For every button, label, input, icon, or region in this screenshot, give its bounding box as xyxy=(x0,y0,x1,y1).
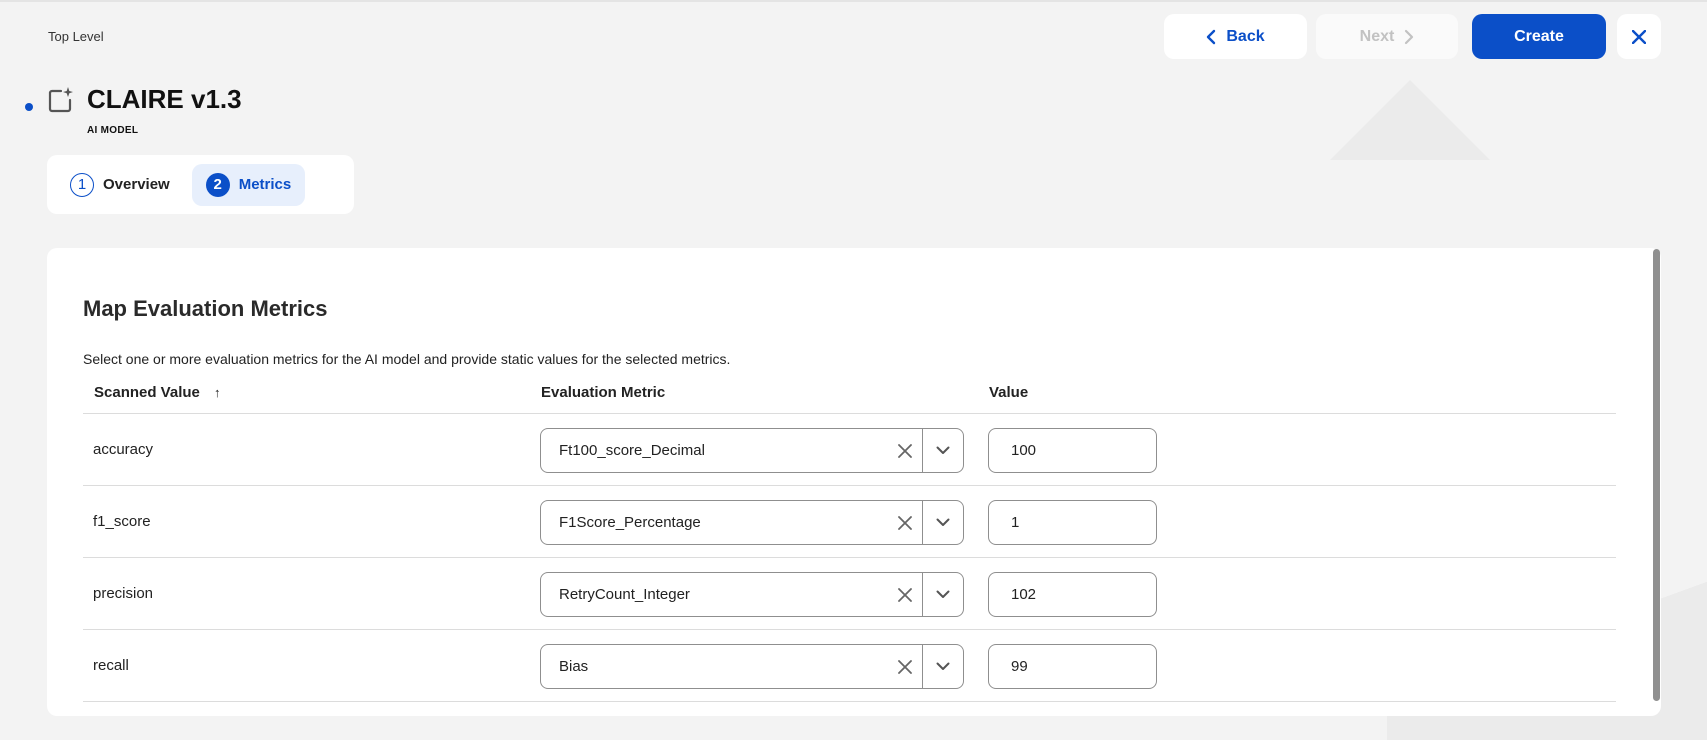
scanned-value: accuracy xyxy=(93,441,154,458)
step-number: 1 xyxy=(70,172,94,197)
step-overview[interactable]: 1 Overview xyxy=(56,164,184,206)
scanned-value: precision xyxy=(93,585,154,602)
back-button[interactable]: Back xyxy=(1164,14,1307,59)
close-button[interactable] xyxy=(1617,14,1661,59)
metric-value-input[interactable] xyxy=(988,572,1157,617)
sort-ascending-icon[interactable]: ↑ xyxy=(214,385,221,400)
step-number: 2 xyxy=(205,172,230,197)
column-header-value: Value xyxy=(989,384,1029,401)
metric-value-input[interactable] xyxy=(988,428,1157,473)
metric-value-input[interactable] xyxy=(988,644,1157,689)
create-label: Create xyxy=(1514,27,1564,45)
next-button[interactable]: Next xyxy=(1316,14,1458,59)
chevron-down-icon[interactable] xyxy=(923,429,963,472)
background-decoration xyxy=(1330,80,1490,160)
clear-icon[interactable] xyxy=(888,573,922,616)
create-button[interactable]: Create xyxy=(1472,14,1606,59)
scrollbar[interactable] xyxy=(1653,249,1660,701)
close-icon xyxy=(1632,29,1646,44)
selected-metric: RetryCount_Integer xyxy=(559,586,690,603)
table-row: precision RetryCount_Integer xyxy=(83,558,1616,630)
clear-icon[interactable] xyxy=(888,429,922,472)
chevron-down-icon[interactable] xyxy=(923,573,963,616)
selected-metric: Ft100_score_Decimal xyxy=(559,442,705,459)
clear-icon[interactable] xyxy=(888,645,922,688)
section-title: Map Evaluation Metrics xyxy=(83,296,328,321)
clear-icon[interactable] xyxy=(888,501,922,544)
back-label: Back xyxy=(1226,27,1265,45)
column-header-evaluation-metric: Evaluation Metric xyxy=(541,384,666,401)
model-type-label: AI MODEL xyxy=(87,125,139,136)
step-metrics[interactable]: 2 Metrics xyxy=(191,163,306,206)
chevron-right-icon xyxy=(1405,29,1414,44)
wizard-stepper: 1 Overview 2 Metrics xyxy=(47,155,354,214)
top-border xyxy=(0,0,1707,2)
table-row: accuracy Ft100_score_Decimal xyxy=(83,414,1616,486)
chevron-down-icon[interactable] xyxy=(923,645,963,688)
page-title: CLAIRE v1.3 xyxy=(87,84,242,114)
evaluation-metric-select[interactable]: Bias xyxy=(540,644,964,689)
ai-model-icon xyxy=(48,87,73,113)
scanned-value: recall xyxy=(93,657,129,674)
evaluation-metric-select[interactable]: F1Score_Percentage xyxy=(540,500,964,545)
selected-metric: F1Score_Percentage xyxy=(559,514,701,531)
evaluation-metric-select[interactable]: Ft100_score_Decimal xyxy=(540,428,964,473)
step-label: Overview xyxy=(103,176,170,193)
chevron-down-icon[interactable] xyxy=(923,501,963,544)
status-dot xyxy=(25,103,33,111)
metrics-card: Map Evaluation Metrics Select one or mor… xyxy=(47,248,1661,716)
breadcrumb[interactable]: Top Level xyxy=(48,29,104,44)
table-row: f1_score F1Score_Percentage xyxy=(83,486,1616,558)
selected-metric: Bias xyxy=(559,658,589,675)
next-label: Next xyxy=(1359,27,1395,45)
evaluation-metric-select[interactable]: RetryCount_Integer xyxy=(540,572,964,617)
chevron-left-icon xyxy=(1207,29,1216,44)
table-header: Scanned Value ↑ Evaluation Metric Value xyxy=(83,374,1616,414)
scanned-value: f1_score xyxy=(93,513,151,530)
metric-value-input[interactable] xyxy=(988,500,1157,545)
column-header-scanned-value[interactable]: Scanned Value xyxy=(94,384,200,401)
step-label: Metrics xyxy=(238,176,292,193)
table-row: recall Bias xyxy=(83,630,1616,702)
metrics-table: Scanned Value ↑ Evaluation Metric Value … xyxy=(83,374,1616,702)
section-description: Select one or more evaluation metrics fo… xyxy=(83,351,731,367)
